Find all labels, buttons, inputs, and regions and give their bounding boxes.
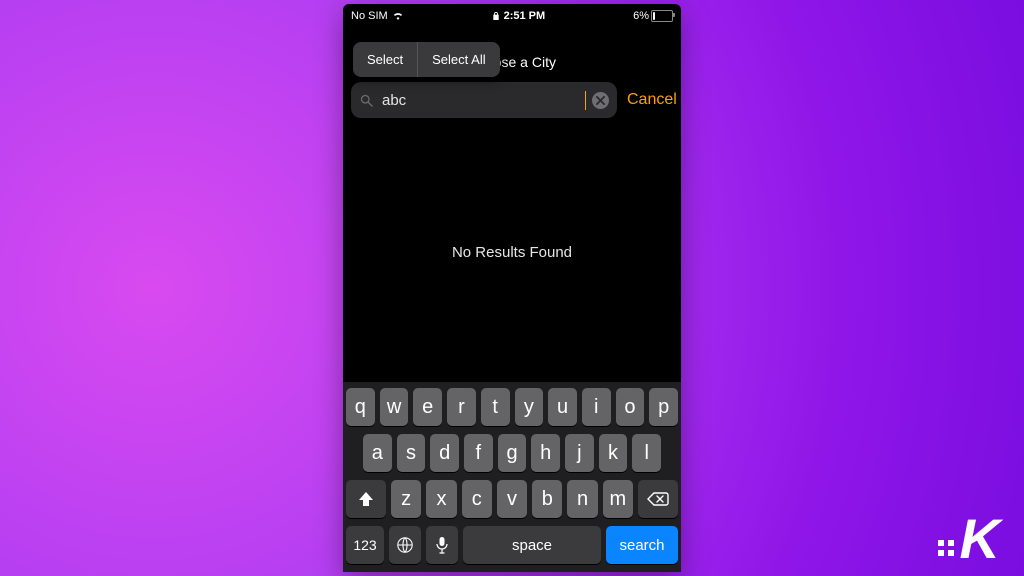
globe-icon	[396, 536, 414, 554]
search-input[interactable]	[380, 91, 583, 110]
key-i[interactable]: i	[582, 388, 611, 426]
edit-menu: Select Select All	[353, 42, 500, 77]
empty-state-label: No Results Found	[343, 244, 681, 261]
key-b[interactable]: b	[532, 480, 562, 518]
carrier-label: No SIM	[351, 10, 388, 22]
key-d[interactable]: d	[430, 434, 459, 472]
watermark-dots	[938, 540, 954, 556]
keyboard-row-2: asdfghjkl	[346, 434, 678, 472]
shift-key[interactable]	[346, 480, 386, 518]
text-caret	[585, 91, 586, 110]
key-a[interactable]: a	[363, 434, 392, 472]
keyboard-row-3: zxcvbnm	[346, 480, 678, 518]
key-q[interactable]: q	[346, 388, 375, 426]
key-n[interactable]: n	[567, 480, 597, 518]
globe-key[interactable]	[389, 526, 421, 564]
watermark-letter: K	[960, 517, 1000, 562]
key-f[interactable]: f	[464, 434, 493, 472]
battery-percent: 6%	[633, 10, 649, 22]
keyboard-row-1: qwertyuiop	[346, 388, 678, 426]
key-t[interactable]: t	[481, 388, 510, 426]
shift-icon	[357, 491, 375, 507]
backspace-key[interactable]	[638, 480, 678, 518]
battery-icon	[651, 10, 673, 22]
cancel-button[interactable]: Cancel	[627, 91, 677, 109]
backspace-icon	[647, 492, 669, 506]
key-z[interactable]: z	[391, 480, 421, 518]
key-u[interactable]: u	[548, 388, 577, 426]
key-r[interactable]: r	[447, 388, 476, 426]
key-m[interactable]: m	[603, 480, 633, 518]
key-h[interactable]: h	[531, 434, 560, 472]
key-s[interactable]: s	[397, 434, 426, 472]
select-all-button[interactable]: Select All	[418, 42, 499, 77]
wifi-icon	[392, 10, 404, 22]
key-e[interactable]: e	[413, 388, 442, 426]
battery-indicator: 6%	[633, 10, 673, 22]
keyboard-row-4: 123 space search	[346, 526, 678, 564]
mic-icon	[436, 536, 448, 554]
space-key[interactable]: space	[463, 526, 601, 564]
key-c[interactable]: c	[462, 480, 492, 518]
key-k[interactable]: k	[599, 434, 628, 472]
key-w[interactable]: w	[380, 388, 409, 426]
keyboard: qwertyuiop asdfghjkl zxcvbnm 123	[343, 382, 681, 572]
watermark: K	[938, 517, 1000, 562]
key-g[interactable]: g	[498, 434, 527, 472]
key-j[interactable]: j	[565, 434, 594, 472]
status-bar: No SIM 2:51 PM 6%	[343, 4, 681, 26]
clear-button[interactable]	[592, 92, 609, 109]
wallpaper: No SIM 2:51 PM 6% Choose a City Select S…	[0, 0, 1024, 576]
phone-frame: No SIM 2:51 PM 6% Choose a City Select S…	[343, 4, 681, 572]
key-o[interactable]: o	[616, 388, 645, 426]
key-y[interactable]: y	[515, 388, 544, 426]
key-p[interactable]: p	[649, 388, 678, 426]
key-x[interactable]: x	[426, 480, 456, 518]
search-key[interactable]: search	[606, 526, 678, 564]
numbers-key[interactable]: 123	[346, 526, 384, 564]
clock-label: 2:51 PM	[504, 10, 546, 22]
dictation-key[interactable]	[426, 526, 458, 564]
select-button[interactable]: Select	[353, 42, 417, 77]
close-icon	[596, 96, 605, 105]
search-row: Cancel	[351, 82, 673, 118]
search-icon	[359, 93, 374, 108]
key-v[interactable]: v	[497, 480, 527, 518]
key-l[interactable]: l	[632, 434, 661, 472]
search-field[interactable]	[351, 82, 617, 118]
lock-icon	[492, 11, 500, 21]
